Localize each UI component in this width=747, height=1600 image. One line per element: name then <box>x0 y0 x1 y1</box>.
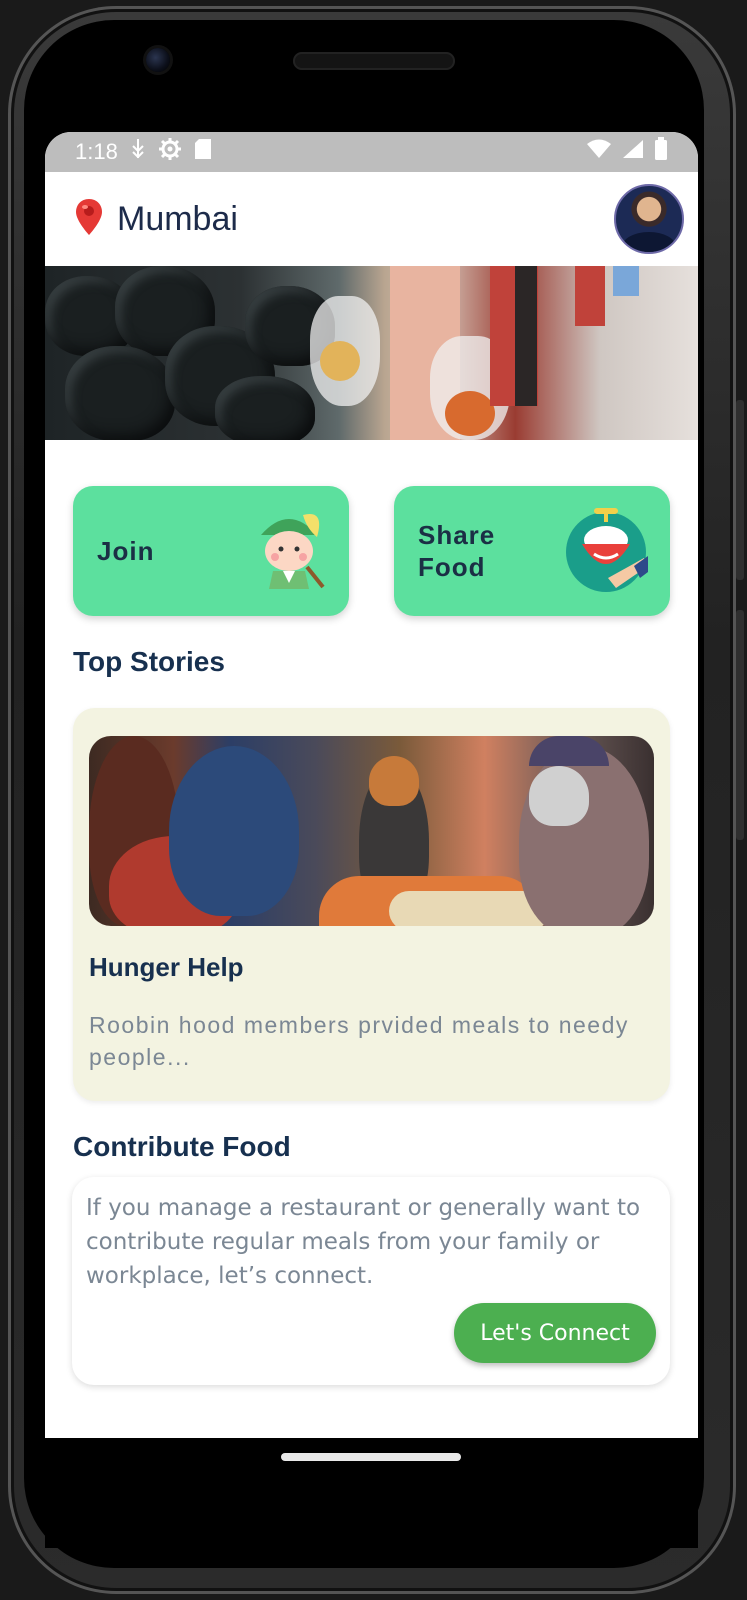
volume-button <box>736 610 744 840</box>
location-pin-icon <box>73 197 105 241</box>
share-food-label: Share Food <box>418 520 496 582</box>
status-bar: 1:18 <box>45 132 698 172</box>
story-title: Hunger Help <box>89 952 244 982</box>
home-gesture-bar[interactable] <box>281 1453 461 1461</box>
join-label: Join <box>97 536 155 566</box>
wifi-icon <box>586 139 612 165</box>
story-image <box>89 736 654 926</box>
app-bar: Mumbai <box>45 172 698 266</box>
sd-card-icon <box>194 138 212 166</box>
cell-signal-icon <box>622 139 644 165</box>
usb-debug-icon <box>130 138 146 166</box>
story-card[interactable]: Hunger Help Roobin hood members prvided … <box>73 708 670 1101</box>
lets-connect-button[interactable]: Let's Connect <box>454 1303 656 1363</box>
battery-icon <box>654 137 668 167</box>
connect-row: Let's Connect <box>86 1303 656 1363</box>
settings-gear-icon <box>158 137 182 167</box>
location-name: Mumbai <box>117 199 238 238</box>
status-time: 1:18 <box>75 139 118 164</box>
story-description: Roobin hood members prvided meals to nee… <box>89 1012 629 1070</box>
contribute-heading: Contribute Food <box>73 1131 291 1162</box>
location-selector[interactable]: Mumbai <box>73 197 238 241</box>
hero-banner-image <box>45 266 698 440</box>
earpiece-speaker <box>293 52 455 70</box>
contribute-card: If you manage a restaurant or generally … <box>72 1177 670 1385</box>
robin-hood-icon <box>251 507 327 595</box>
join-card[interactable]: Join <box>73 486 349 616</box>
share-food-card[interactable]: Share Food <box>394 486 670 616</box>
rice-bowl-hand-icon <box>564 506 648 596</box>
action-cards: Join Share Food <box>45 440 698 616</box>
top-stories-heading: Top Stories <box>73 646 225 677</box>
front-camera <box>146 48 170 72</box>
app-screen: 1:18 Mumbai Join Share Food Top Stories … <box>45 132 698 1438</box>
contribute-description: If you manage a restaurant or generally … <box>86 1195 641 1289</box>
power-button <box>736 400 744 580</box>
profile-avatar[interactable] <box>614 184 684 254</box>
